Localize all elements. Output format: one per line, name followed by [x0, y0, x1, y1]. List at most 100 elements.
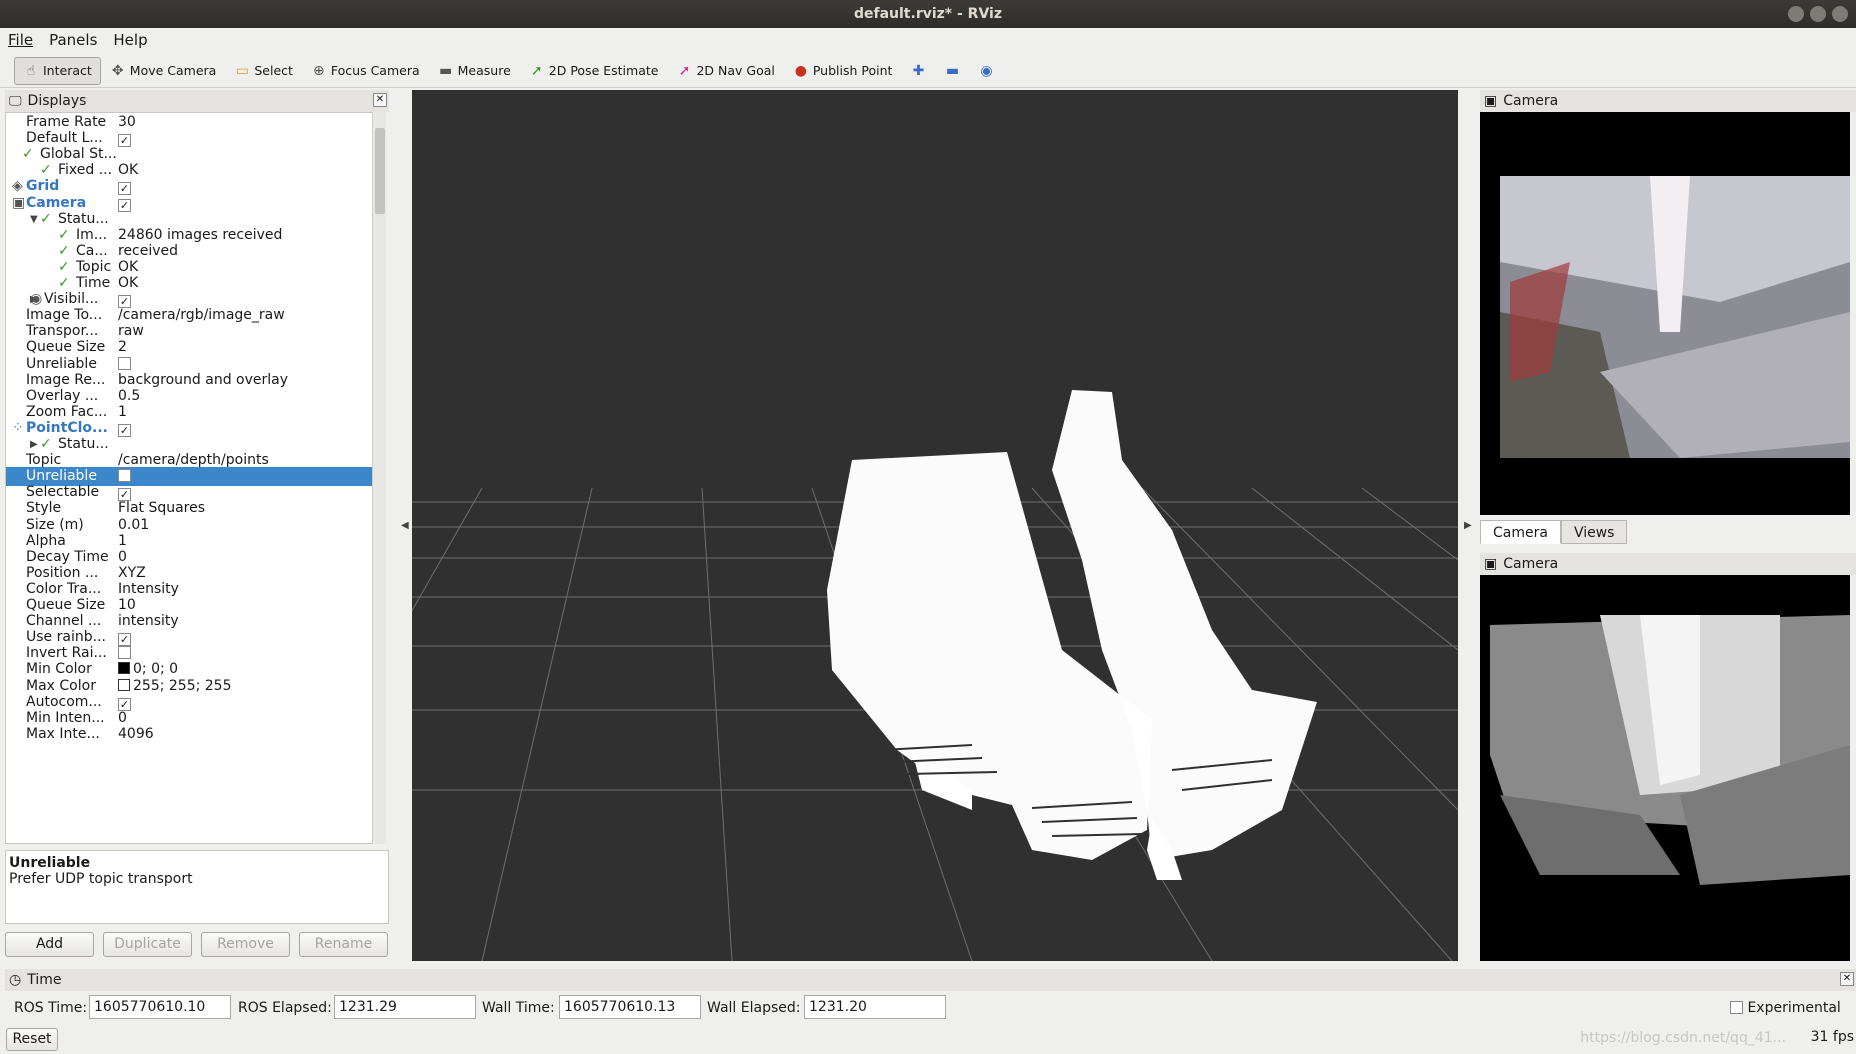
property-value: 255; 255; 255	[133, 677, 232, 694]
displays-tree: Frame Rate 30 Default L... ✓ ✓ Global St... ✓ F…	[5, 112, 377, 844]
duplicate-button[interactable]: Duplicate	[103, 932, 192, 957]
tab-views[interactable]: Views	[1560, 520, 1628, 544]
displays-tree-row[interactable]: Max Inte... 4096	[6, 725, 374, 744]
maximize-button[interactable]	[1810, 6, 1826, 22]
tool-measure[interactable]: ▬ Measure	[429, 57, 520, 85]
scrollbar-thumb[interactable]	[375, 128, 385, 214]
menubar: File Panels Help	[0, 28, 1856, 52]
displays-panel-header: 🖵 Displays ✕	[5, 90, 389, 112]
minimize-button[interactable]	[1788, 6, 1804, 22]
remove-button[interactable]: Remove	[201, 932, 290, 957]
property-value: intensity	[118, 613, 179, 630]
tool-publish-point-label: Publish Point	[812, 63, 893, 78]
tool-focus-camera-label: Focus Camera	[330, 63, 420, 78]
ros-elapsed-label: ROS Elapsed:	[238, 1000, 332, 1016]
ros-time-label: ROS Time:	[14, 1000, 88, 1016]
property-value: 24860 images received	[118, 226, 283, 243]
property-value-cell[interactable]: 4096	[118, 725, 368, 744]
pink-arrow-icon: ➚	[678, 62, 691, 79]
window-title: default.rviz* - RViz	[853, 6, 1002, 22]
property-value: 0	[118, 709, 127, 726]
camera-panel-header-2: ▣ Camera	[1480, 553, 1856, 575]
minus-icon: ▬	[945, 62, 960, 79]
property-value: raw	[118, 323, 144, 340]
tool-move-camera[interactable]: ✥ Move Camera	[101, 57, 226, 85]
property-value: OK	[118, 275, 139, 291]
plus-icon: ✚	[912, 62, 925, 79]
ruler-icon: ▬	[439, 62, 453, 79]
fps-counter: 31 fps	[1810, 1029, 1854, 1045]
tool-select-label: Select	[254, 63, 293, 78]
ros-time-field[interactable]: 1605770610.10	[89, 995, 231, 1019]
close-icon[interactable]: ✕	[373, 93, 387, 107]
tool-2d-nav-goal[interactable]: ➚ 2D Nav Goal	[667, 57, 783, 85]
tool-2d-pose-estimate[interactable]: ➚ 2D Pose Estimate	[520, 57, 668, 85]
time-panel-header: ◷ Time ✕	[5, 969, 1856, 991]
add-tool-button[interactable]: ✚	[901, 57, 935, 85]
menu-panels[interactable]: Panels	[49, 31, 97, 49]
monitor-icon: 🖵	[9, 93, 22, 109]
property-value: Flat Squares	[118, 500, 206, 517]
experimental-checkbox[interactable]	[1730, 1001, 1743, 1014]
rgb-camera-image	[1480, 112, 1850, 515]
time-panel-title: Time	[27, 972, 62, 988]
ros-elapsed-field[interactable]: 1231.29	[334, 995, 476, 1019]
color-swatch[interactable]	[118, 678, 130, 691]
property-description: Unreliable Prefer UDP topic transport	[5, 850, 389, 924]
property-value: background and overlay	[118, 371, 289, 388]
main-toolbar: ☝ Interact ✥ Move Camera ▭ Select ⊕ Focus Ca…	[0, 54, 1856, 88]
property-value: Intensity	[118, 580, 179, 597]
tool-select[interactable]: ▭ Select	[225, 57, 302, 85]
depth-image-render	[1480, 615, 1850, 961]
eye-icon: ◉	[980, 62, 993, 79]
close-icon[interactable]: ✕	[1840, 972, 1854, 986]
tool-interact-label: Interact	[43, 63, 92, 78]
displays-buttons: Add Duplicate Remove Rename	[5, 932, 388, 957]
property-value: 1	[118, 403, 127, 420]
property-checkbox[interactable]	[118, 469, 131, 483]
camera-views-tabs: Camera Views	[1480, 520, 1628, 544]
experimental-toggle[interactable]: Experimental	[1730, 1000, 1841, 1016]
tool-2d-nav-label: 2D Nav Goal	[696, 63, 775, 78]
close-window-button[interactable]	[1832, 6, 1848, 22]
property-value: 30	[118, 114, 136, 130]
property-value: 0	[118, 548, 127, 565]
property-value: 4096	[118, 725, 154, 742]
tool-options-button[interactable]: ◉	[969, 57, 1003, 85]
tool-interact[interactable]: ☝ Interact	[14, 56, 101, 85]
right-splitter-arrow[interactable]: ▶	[1464, 520, 1472, 531]
rename-button[interactable]: Rename	[299, 932, 388, 957]
tool-focus-camera[interactable]: ⊕ Focus Camera	[302, 57, 429, 85]
tab-camera[interactable]: Camera	[1480, 520, 1561, 544]
depth-camera-image	[1480, 575, 1850, 961]
camera-panel-title-2: Camera	[1503, 556, 1559, 572]
property-value: 1	[118, 532, 127, 549]
move-camera-icon: ✥	[111, 62, 124, 79]
experimental-label: Experimental	[1747, 1000, 1841, 1016]
menu-file[interactable]: File	[8, 31, 33, 49]
render-viewport[interactable]	[412, 90, 1458, 961]
map-pin-icon: ●	[794, 62, 807, 79]
tool-2d-pose-label: 2D Pose Estimate	[548, 63, 659, 78]
tool-publish-point[interactable]: ● Publish Point	[784, 57, 902, 85]
camera-panel-header-1: ▣ Camera	[1480, 90, 1856, 112]
remove-tool-button[interactable]: ▬	[935, 57, 969, 85]
color-swatch[interactable]	[118, 662, 130, 675]
property-checkbox[interactable]	[118, 356, 131, 370]
reset-button[interactable]: Reset	[6, 1028, 58, 1051]
description-title: Unreliable	[9, 855, 91, 871]
property-value: /camera/rgb/image_raw	[118, 307, 285, 324]
camera-panel-title-1: Camera	[1503, 93, 1559, 109]
description-text: Prefer UDP topic transport	[9, 871, 193, 887]
property-checkbox[interactable]	[118, 646, 131, 660]
focus-camera-icon: ⊕	[313, 62, 325, 79]
wall-elapsed-field[interactable]: 1231.20	[804, 995, 946, 1019]
property-name: Max Inte...	[26, 725, 100, 742]
displays-scrollbar[interactable]	[372, 112, 386, 844]
property-value: OK	[118, 162, 139, 179]
left-splitter-arrow[interactable]: ◀	[401, 520, 409, 531]
menu-help[interactable]: Help	[113, 31, 147, 49]
wall-time-field[interactable]: 1605770610.13	[559, 995, 701, 1019]
add-button[interactable]: Add	[5, 932, 94, 957]
property-value: 0.5	[118, 387, 141, 404]
